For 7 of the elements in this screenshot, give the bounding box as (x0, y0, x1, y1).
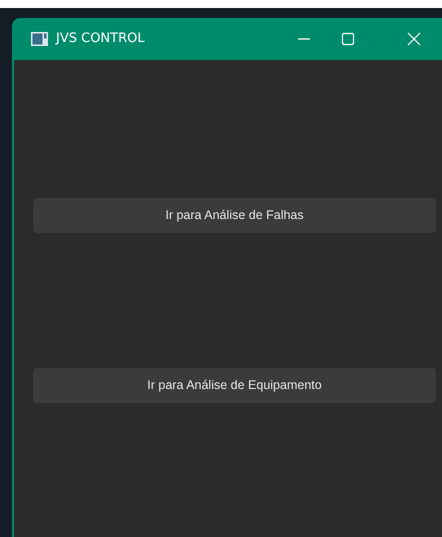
window-title: JVS CONTROL (56, 30, 145, 48)
nav-button[interactable]: Ir para Análise de Falhas (33, 198, 436, 233)
close-icon (406, 31, 422, 47)
maximize-icon (340, 31, 356, 47)
app-icon (31, 32, 48, 46)
minimize-icon (298, 38, 310, 40)
nav-button[interactable]: Ir para Análise de Equipamento (33, 368, 436, 403)
